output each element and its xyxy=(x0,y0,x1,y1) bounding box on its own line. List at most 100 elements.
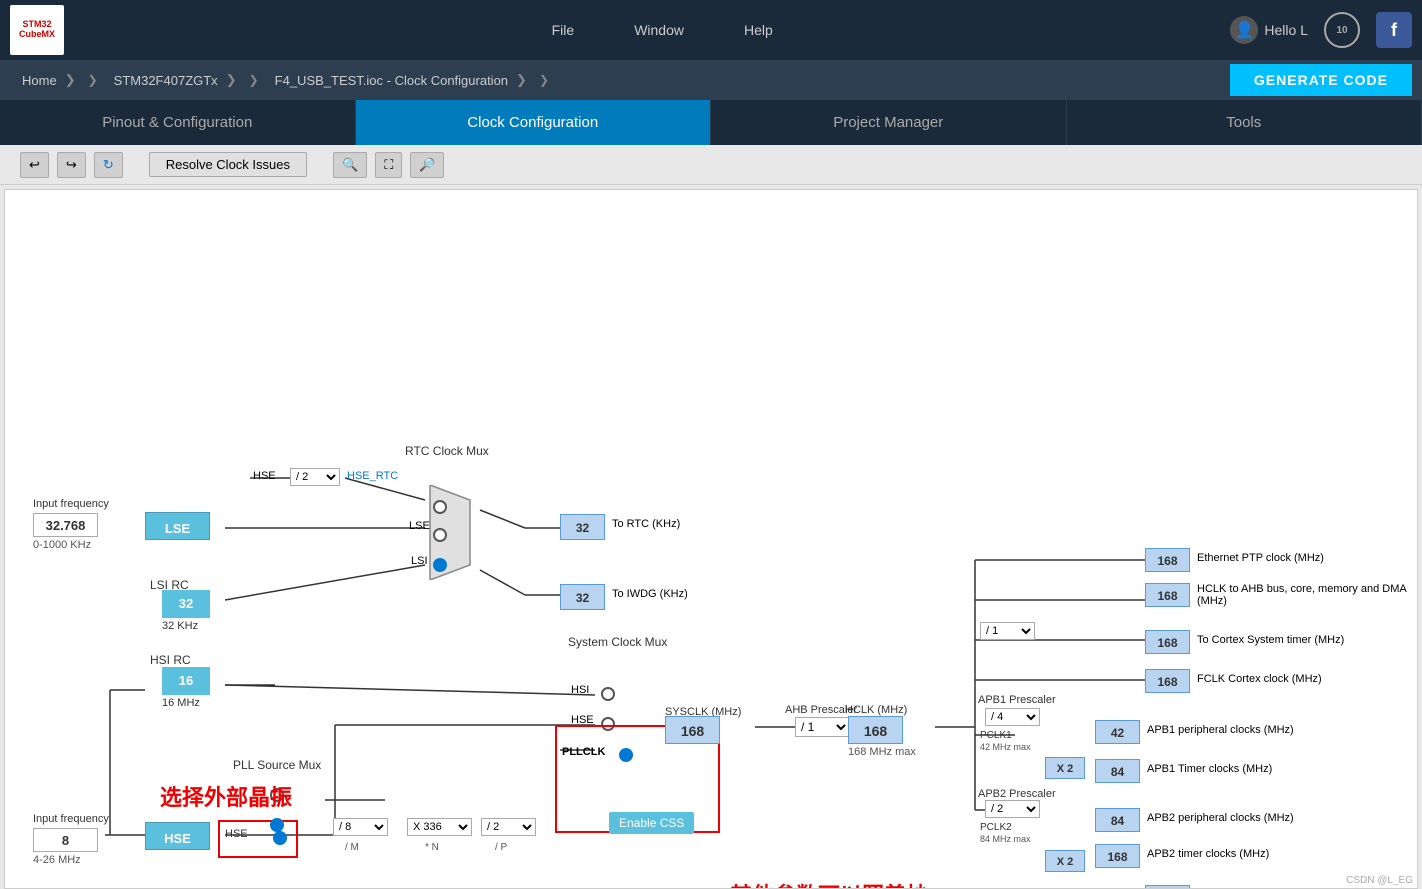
rtc-mux-radio-lse[interactable] xyxy=(433,528,447,542)
rtc-val: 32 xyxy=(560,514,605,540)
fit-button[interactable]: ⛶ xyxy=(375,152,402,178)
tab-bar: Pinout & Configuration Clock Configurati… xyxy=(0,100,1422,145)
tab-tools[interactable]: Tools xyxy=(1067,100,1422,145)
tab-clock[interactable]: Clock Configuration xyxy=(356,100,712,145)
hse-div2-select[interactable]: / 2 / 3 xyxy=(290,468,340,486)
input-freq-range1: 0-1000 KHz xyxy=(33,539,91,551)
top-nav: File Window Help xyxy=(94,22,1230,38)
badge-10: 10 xyxy=(1324,12,1360,48)
tab-project[interactable]: Project Manager xyxy=(711,100,1067,145)
breadcrumb-file[interactable]: F4_USB_TEST.ioc - Clock Configuration xyxy=(263,60,539,100)
apb2-select[interactable]: / 2 / 1 / 4 / 8 / 16 xyxy=(985,800,1040,818)
zoom-out-button[interactable]: 🔎 xyxy=(410,152,444,178)
lse-block: LSE xyxy=(145,512,210,540)
pll-p-select[interactable]: / 2 / 4 / 6 / 8 xyxy=(481,818,536,836)
nav-help[interactable]: Help xyxy=(744,22,773,38)
output-4-label: APB1 peripheral clocks (MHz) xyxy=(1147,724,1294,736)
breadcrumb-bar: Home ❯ STM32F407ZGTx ❯ F4_USB_TEST.ioc -… xyxy=(0,60,1422,100)
output-3-val: 168 xyxy=(1145,669,1190,693)
output-4-val: 42 xyxy=(1095,720,1140,744)
enable-css-button[interactable]: Enable CSS xyxy=(609,812,694,834)
hsi-val: 16 xyxy=(162,667,210,695)
ahb-select[interactable]: / 1 / 2 / 4 xyxy=(795,717,850,737)
sys-mux-hsi-radio[interactable] xyxy=(601,687,615,701)
rtc-mux-shape xyxy=(420,485,480,580)
apb2-label: APB2 Prescaler xyxy=(978,788,1056,800)
top-right: 👤 Hello L 10 f xyxy=(1230,12,1412,48)
redo-button[interactable]: ↪ xyxy=(57,152,86,178)
pll-src-hse-radio[interactable] xyxy=(270,818,284,832)
user-area: 👤 Hello L xyxy=(1230,16,1308,44)
rtc-mux-radio-hse[interactable] xyxy=(433,500,447,514)
user-icon: 👤 xyxy=(1230,16,1258,44)
toolbar: ↩ ↪ ↻ Resolve Clock Issues 🔍 ⛶ 🔎 xyxy=(0,145,1422,185)
output-6-val: 84 xyxy=(1095,808,1140,832)
iwdg-val: 32 xyxy=(560,584,605,610)
apb1-label: APB1 Prescaler xyxy=(978,694,1056,706)
output-0-label: Ethernet PTP clock (MHz) xyxy=(1197,552,1324,564)
cortex-div-select[interactable]: / 1 / 8 xyxy=(980,622,1035,640)
tab-pinout[interactable]: Pinout & Configuration xyxy=(0,100,356,145)
output-0-val: 168 xyxy=(1145,548,1190,572)
input-freq-label2: Input frequency xyxy=(33,813,109,825)
nav-window[interactable]: Window xyxy=(634,22,684,38)
nav-file[interactable]: File xyxy=(552,22,575,38)
undo-button[interactable]: ↩ xyxy=(20,152,49,178)
pll-src-label: PLL Source Mux xyxy=(233,758,321,772)
rtc-mux-label: RTC Clock Mux xyxy=(405,444,489,458)
output-8-val: 48 xyxy=(1145,885,1190,889)
rtc-label: To RTC (KHz) xyxy=(612,518,680,530)
apb1-select[interactable]: / 4 / 1 / 2 / 8 / 16 xyxy=(985,708,1040,726)
top-bar: STM32CubeMX File Window Help 👤 Hello L 1… xyxy=(0,0,1422,60)
logo-area: STM32CubeMX xyxy=(10,5,64,55)
hsi-label: HSI RC xyxy=(150,653,191,667)
n-label: * N xyxy=(425,842,439,853)
breadcrumb-home[interactable]: Home xyxy=(10,60,88,100)
apb1-x2: X 2 xyxy=(1045,757,1085,779)
output-1-label: HCLK to AHB bus, core, memory and DMA (M… xyxy=(1197,583,1417,607)
hclk-val[interactable]: 168 xyxy=(848,716,903,744)
pclk2-max: 84 MHz max xyxy=(980,834,1031,844)
stm32-logo: STM32CubeMX xyxy=(10,5,64,55)
cn-text1: 选择外部晶振 xyxy=(160,780,292,812)
output-2-label: To Cortex System timer (MHz) xyxy=(1197,634,1344,646)
iwdg-label: To IWDG (KHz) xyxy=(612,588,688,600)
input-freq-range2: 4-26 MHz xyxy=(33,854,81,866)
hse-block: HSE xyxy=(145,822,210,850)
input-freq-val1[interactable]: 32.768 xyxy=(33,513,98,537)
zoom-in-button[interactable]: 🔍 xyxy=(333,152,367,178)
refresh-button[interactable]: ↻ xyxy=(94,152,123,178)
breadcrumb-device[interactable]: STM32F407ZGTx xyxy=(102,60,249,100)
lsi-freq: 32 KHz xyxy=(162,620,198,632)
lse-line: LSE xyxy=(409,520,430,532)
watermark: CSDN @L_EG xyxy=(1346,875,1413,886)
lsi-val: 32 xyxy=(162,590,210,618)
output-3-label: FCLK Cortex clock (MHz) xyxy=(1197,673,1322,685)
output-7-label: APB2 timer clocks (MHz) xyxy=(1147,848,1269,860)
resolve-clock-button[interactable]: Resolve Clock Issues xyxy=(149,152,307,177)
rtc-mux-radio-lsi[interactable] xyxy=(433,558,447,572)
system-mux-label: System Clock Mux xyxy=(568,635,667,649)
output-2-val: 168 xyxy=(1145,630,1190,654)
apb2-x2: X 2 xyxy=(1045,850,1085,872)
p-label: / P xyxy=(495,842,507,853)
generate-code-button[interactable]: GENERATE CODE xyxy=(1230,64,1412,96)
pll-n-select[interactable]: X 336 X 192 xyxy=(407,818,472,836)
hsi-freq: 16 MHz xyxy=(162,697,200,709)
hse-rtc-label: HSE_RTC xyxy=(347,470,398,482)
lsi-line: LSI xyxy=(411,555,428,567)
output-5-label: APB1 Timer clocks (MHz) xyxy=(1147,763,1272,775)
hse-radio[interactable] xyxy=(273,831,287,845)
sysclk-val[interactable]: 168 xyxy=(665,716,720,744)
output-6-label: APB2 peripheral clocks (MHz) xyxy=(1147,812,1294,824)
hsi-sys-label: HSI xyxy=(571,684,589,696)
hse-rtc-line: HSE xyxy=(253,470,276,482)
pll-m-select[interactable]: / 8 / 4 / 16 xyxy=(333,818,388,836)
input-freq-val2[interactable]: 8 xyxy=(33,828,98,852)
hclk-max: 168 MHz max xyxy=(848,746,916,758)
output-1-val: 168 xyxy=(1145,583,1190,607)
hse-line-label: HSE xyxy=(225,828,248,840)
facebook-button[interactable]: f xyxy=(1376,12,1412,48)
output-5-val: 84 xyxy=(1095,759,1140,783)
user-label: Hello L xyxy=(1264,22,1308,38)
